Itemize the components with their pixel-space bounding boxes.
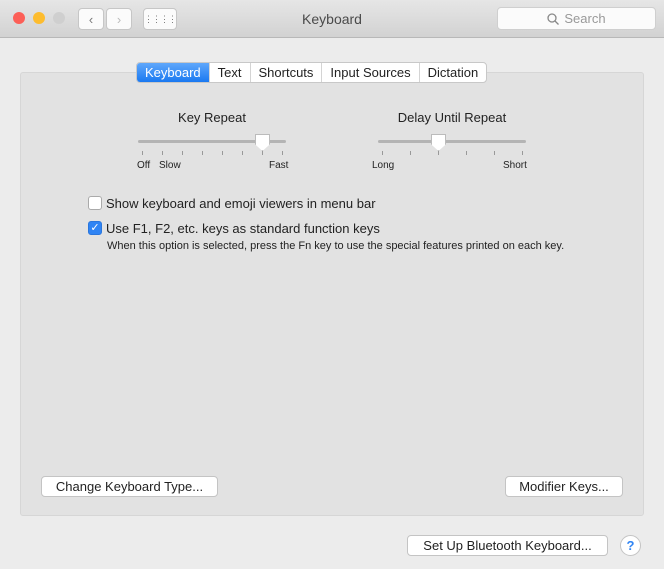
slider-track[interactable] (378, 140, 526, 143)
key-repeat-off: Off (137, 160, 151, 171)
slider-tick (242, 151, 243, 155)
search-icon (547, 12, 560, 25)
slider-tick (382, 151, 383, 155)
show-viewers-label: Show keyboard and emoji viewers in menu … (106, 196, 376, 211)
change-keyboard-type-button[interactable]: Change Keyboard Type... (41, 476, 218, 497)
slider-tick (202, 151, 203, 155)
tab-dictation[interactable]: Dictation (420, 63, 487, 82)
slider-tick (262, 151, 263, 155)
key-repeat-fast: Fast (269, 160, 289, 171)
slider-tick (282, 151, 283, 155)
slider-tick (466, 151, 467, 155)
key-repeat-label: Key Repeat (178, 110, 246, 125)
tab-input-sources[interactable]: Input Sources (322, 63, 420, 82)
delay-long: Long (372, 160, 395, 171)
show-viewers-checkbox[interactable] (88, 196, 102, 210)
help-button[interactable]: ? (620, 535, 641, 556)
slider-tick (142, 151, 143, 155)
slider-tick (162, 151, 163, 155)
tab-bar: Keyboard Text Shortcuts Input Sources Di… (136, 62, 488, 83)
fn-keys-label: Use F1, F2, etc. keys as standard functi… (106, 221, 380, 236)
delay-short: Short (503, 160, 527, 171)
bluetooth-keyboard-button[interactable]: Set Up Bluetooth Keyboard... (407, 535, 608, 556)
slider-tick (494, 151, 495, 155)
title-bar: ‹ › ⋮⋮⋮⋮ Keyboard Search (0, 0, 664, 38)
content-panel (20, 72, 644, 516)
delay-until-repeat-label: Delay Until Repeat (397, 110, 507, 125)
modifier-keys-button[interactable]: Modifier Keys... (505, 476, 623, 497)
slider-tick (438, 151, 439, 155)
key-repeat-slow: Slow (159, 160, 181, 171)
slider-tick (182, 151, 183, 155)
tab-text[interactable]: Text (210, 63, 251, 82)
fn-keys-note: When this option is selected, press the … (107, 240, 565, 252)
slider-tick (522, 151, 523, 155)
fn-keys-checkbox[interactable]: ✓ (88, 221, 102, 235)
search-placeholder: Search (564, 11, 606, 26)
tab-shortcuts[interactable]: Shortcuts (251, 63, 323, 82)
slider-tick (410, 151, 411, 155)
slider-tick (222, 151, 223, 155)
search-input[interactable]: Search (497, 7, 656, 30)
tab-keyboard[interactable]: Keyboard (137, 63, 210, 82)
checkmark-icon: ✓ (90, 222, 100, 234)
